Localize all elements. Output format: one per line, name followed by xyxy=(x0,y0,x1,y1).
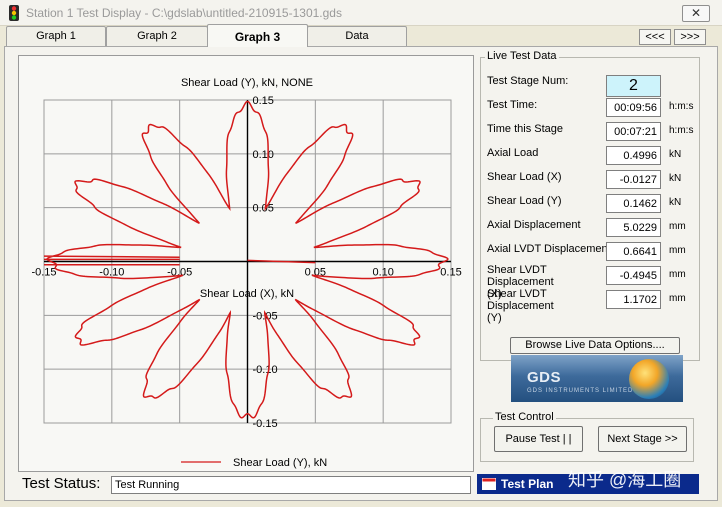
globe-icon xyxy=(629,359,669,399)
test-plan-label: Test Plan xyxy=(501,477,554,491)
title-bar: Station 1 Test Display - C:\gdslab\untit… xyxy=(0,0,722,26)
tab-graph-1[interactable]: Graph 1 xyxy=(6,26,106,46)
live-data-label: Time this Stage xyxy=(487,123,564,135)
live-data-unit: h:m:s xyxy=(669,101,694,112)
gds-logo: GDS GDS INSTRUMENTS LIMITED xyxy=(511,355,683,402)
close-button[interactable]: ✕ xyxy=(682,5,710,22)
live-data-value: 5.0229 xyxy=(606,218,661,237)
test-status-label: Test Status: xyxy=(22,475,101,492)
live-data-group-label: Live Test Data xyxy=(485,50,559,62)
test-stage-num-field: 2 xyxy=(606,75,661,97)
live-data-unit: mm xyxy=(669,269,686,280)
live-data-value: 0.4996 xyxy=(606,146,661,165)
live-data-unit: mm xyxy=(669,293,686,304)
live-data-label: Shear LVDT Displacement (Y) xyxy=(487,288,554,324)
y-tick-label: 0.15 xyxy=(253,95,274,107)
next-stage-button[interactable]: Next Stage >> xyxy=(598,426,687,452)
chart-ticks: -0.15 -0.10 -0.05 0.05 0.10 0.150.150.100.05-… xyxy=(31,95,461,430)
live-data-label: Test Stage Num: xyxy=(487,75,569,87)
shear-load-chart: Shear Load (Y), kN, NONE -0.15 -0.10 -0.05… xyxy=(31,77,461,469)
live-data-unit: kN xyxy=(669,197,682,208)
live-data-value: 0.1462 xyxy=(606,194,661,213)
live-data-value: 0.6641 xyxy=(606,242,661,261)
tab-graph-3[interactable]: Graph 3 xyxy=(207,24,308,47)
series-line-shear-load-y xyxy=(43,100,449,419)
live-data-value: -0.4945 xyxy=(606,266,661,285)
test-control-group-label: Test Control xyxy=(493,411,556,423)
live-data-unit: mm xyxy=(669,221,686,232)
y-tick-label: 0.10 xyxy=(253,149,274,161)
live-data-label: Test Time: xyxy=(487,99,538,111)
live-data-value: 1.1702 xyxy=(606,290,661,309)
live-data-label: Axial Load xyxy=(487,147,539,159)
live-data-label: Axial Displacement xyxy=(487,219,581,231)
next-page-button[interactable]: >>> xyxy=(674,29,706,45)
x-tick-label: -0.15 xyxy=(31,267,56,279)
x-axis-label: Shear Load (X), kN xyxy=(200,288,294,300)
logo-subtext: GDS INSTRUMENTS LIMITED xyxy=(527,388,634,394)
live-data-value: 00:09:56 xyxy=(606,98,661,117)
tab-graph-2[interactable]: Graph 2 xyxy=(106,26,208,46)
graph-area: Shear Load (Y), kN, NONE -0.15 -0.10 -0.05… xyxy=(18,55,474,472)
y-tick-label: 0.05 xyxy=(253,203,274,215)
tab-data[interactable]: Data xyxy=(307,26,407,46)
live-data-value: -0.0127 xyxy=(606,170,661,189)
live-data-label: Shear Load (X) xyxy=(487,171,562,183)
live-data-unit: h:m:s xyxy=(669,125,694,136)
live-data-unit: mm xyxy=(669,245,686,256)
logo-text: GDS xyxy=(527,369,562,386)
legend-label: Shear Load (Y), kN xyxy=(233,457,327,469)
live-data-unit: kN xyxy=(669,149,682,160)
watermark: 知乎 @海工圈 xyxy=(568,470,682,490)
live-data-label: Shear Load (Y) xyxy=(487,195,562,207)
prev-page-button[interactable]: <<< xyxy=(639,29,671,45)
y-tick-label: -0.10 xyxy=(253,364,278,376)
chart-axes xyxy=(44,100,451,423)
x-tick-label: 0.15 xyxy=(440,267,461,279)
y-tick-label: -0.15 xyxy=(253,418,278,430)
traffic-light-icon xyxy=(9,5,19,21)
chart-title: Shear Load (Y), kN, NONE xyxy=(181,77,313,89)
window-title: Station 1 Test Display - C:\gdslab\untit… xyxy=(26,6,342,20)
live-data-unit: kN xyxy=(669,173,682,184)
pause-test-button[interactable]: Pause Test | | xyxy=(494,426,583,452)
live-data-value: 00:07:21 xyxy=(606,122,661,141)
window-icon xyxy=(482,478,496,490)
browse-live-data-button[interactable]: Browse Live Data Options.... xyxy=(510,337,680,354)
test-status-field: Test Running xyxy=(111,476,471,494)
live-data-label: Axial LVDT Displacement xyxy=(487,243,611,255)
